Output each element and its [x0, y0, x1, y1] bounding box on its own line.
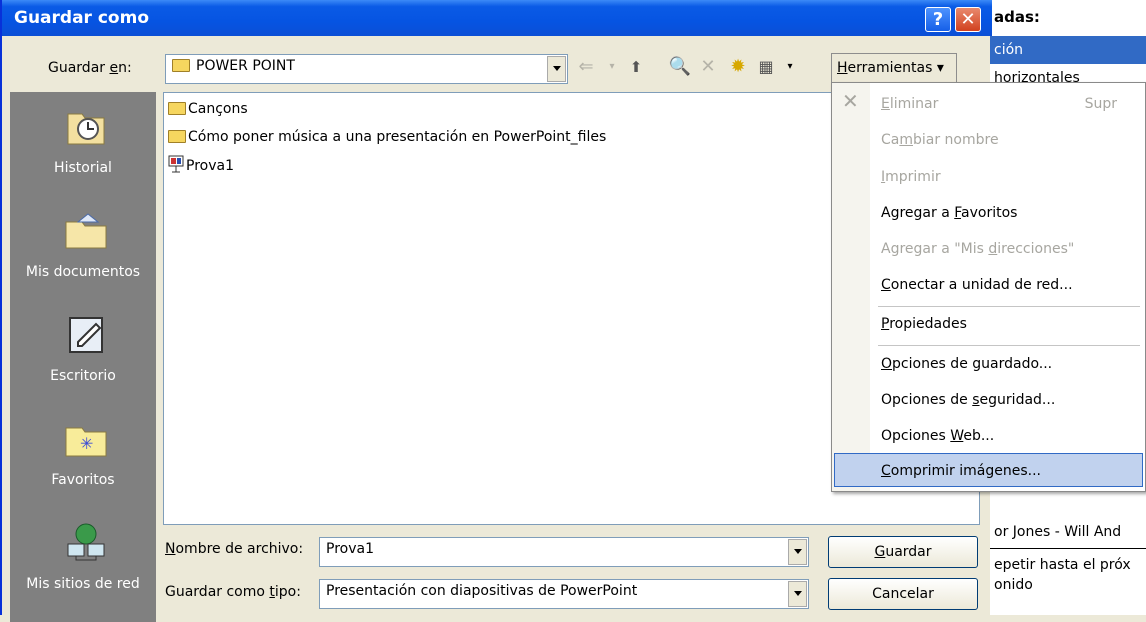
tools-menu: ✕ Eliminar Supr Cambiar nombre Imprimir A… — [831, 82, 1146, 492]
network-places-icon — [67, 523, 105, 561]
menu-item-conectar-unidad[interactable]: Conectar a unidad de red... — [881, 268, 1141, 302]
tools-menu-button[interactable]: Herramientas ▾ — [831, 53, 957, 83]
menu-item-opciones-guardado[interactable]: Opciones de guardado... — [881, 347, 1141, 381]
places-bar: Historial Mis documentos Escritorio ✳ Fa… — [10, 92, 156, 622]
save-in-combo[interactable]: POWER POINT — [165, 54, 568, 84]
filetype-label: Guardar como tipo: — [165, 584, 301, 600]
menu-gutter — [832, 83, 870, 491]
chevron-down-icon[interactable] — [788, 581, 807, 607]
place-mis-documentos[interactable]: Mis documentos — [10, 196, 156, 300]
cancel-button[interactable]: Cancelar — [828, 578, 978, 610]
background-divider — [990, 548, 1146, 549]
save-in-value: POWER POINT — [196, 58, 295, 74]
close-button[interactable]: ✕ — [955, 7, 981, 32]
search-web-icon[interactable]: 🔍 — [668, 52, 692, 82]
menu-item-propiedades[interactable]: Propiedades — [881, 307, 1141, 341]
list-item[interactable]: Cómo poner música a una presentación en … — [168, 129, 606, 145]
window-title: Guardar como — [14, 8, 150, 28]
place-escritorio[interactable]: Escritorio — [10, 300, 156, 404]
filename-input[interactable]: Prova1 — [319, 537, 809, 567]
menu-separator — [878, 345, 1140, 346]
chevron-down-icon[interactable] — [547, 56, 566, 82]
presentation-file-icon — [168, 155, 184, 173]
background-row: epetir hasta el próx — [994, 557, 1131, 573]
background-header: adas: — [994, 8, 1040, 26]
my-documents-icon — [65, 213, 107, 249]
up-folder-icon[interactable]: ⬆ — [624, 52, 648, 82]
desktop-icon — [69, 317, 103, 353]
save-in-label: Guardar en: — [48, 60, 132, 76]
list-item[interactable]: Cançons — [168, 101, 248, 117]
folder-icon — [168, 102, 186, 115]
back-dropdown-icon[interactable]: ▾ — [600, 52, 624, 82]
favorites-icon: ✳ — [65, 427, 107, 457]
place-historial[interactable]: Historial — [10, 92, 156, 196]
menu-item-agregar-favoritos[interactable]: Agregar a Favoritos — [881, 196, 1141, 230]
menu-item-cambiar-nombre[interactable]: Cambiar nombre — [881, 123, 1141, 157]
history-icon — [67, 113, 105, 145]
new-folder-icon[interactable]: ✹ — [726, 52, 750, 82]
background-row: or Jones - Will And — [994, 524, 1122, 540]
views-dropdown-icon[interactable]: ▾ — [778, 52, 802, 82]
save-button[interactable]: Guardar — [828, 536, 978, 568]
menu-item-imprimir[interactable]: Imprimir — [881, 160, 1141, 194]
menu-item-agregar-direcciones[interactable]: Agregar a "Mis direcciones" — [881, 232, 1141, 266]
menu-item-opciones-web[interactable]: Opciones Web... — [881, 419, 1141, 453]
background-selected-item[interactable]: ción — [990, 36, 1146, 64]
background-row: onido — [994, 577, 1033, 593]
help-button[interactable]: ? — [925, 7, 951, 32]
delete-icon: ✕ — [842, 89, 859, 113]
folder-icon — [172, 59, 190, 72]
chevron-down-icon[interactable] — [788, 539, 807, 565]
delete-icon[interactable]: ✕ — [696, 52, 720, 82]
folder-icon — [168, 130, 186, 143]
svg-text:✳: ✳ — [80, 434, 93, 453]
back-icon[interactable]: ⇐ — [574, 52, 598, 82]
menu-item-eliminar[interactable]: Eliminar Supr — [881, 87, 1141, 121]
filetype-select[interactable]: Presentación con diapositivas de PowerPo… — [319, 579, 809, 609]
list-item[interactable]: Prova1 — [168, 155, 234, 174]
place-mis-sitios-de-red[interactable]: Mis sitios de red — [10, 508, 156, 612]
title-bar: Guardar como — [2, 0, 992, 36]
menu-item-comprimir-imagenes[interactable]: Comprimir imágenes... — [881, 454, 1141, 488]
filename-label: Nombre de archivo: — [165, 541, 304, 557]
place-favoritos[interactable]: ✳ Favoritos — [10, 404, 156, 508]
views-icon[interactable]: ▦ — [754, 52, 778, 82]
menu-item-opciones-seguridad[interactable]: Opciones de seguridad... — [881, 383, 1141, 417]
